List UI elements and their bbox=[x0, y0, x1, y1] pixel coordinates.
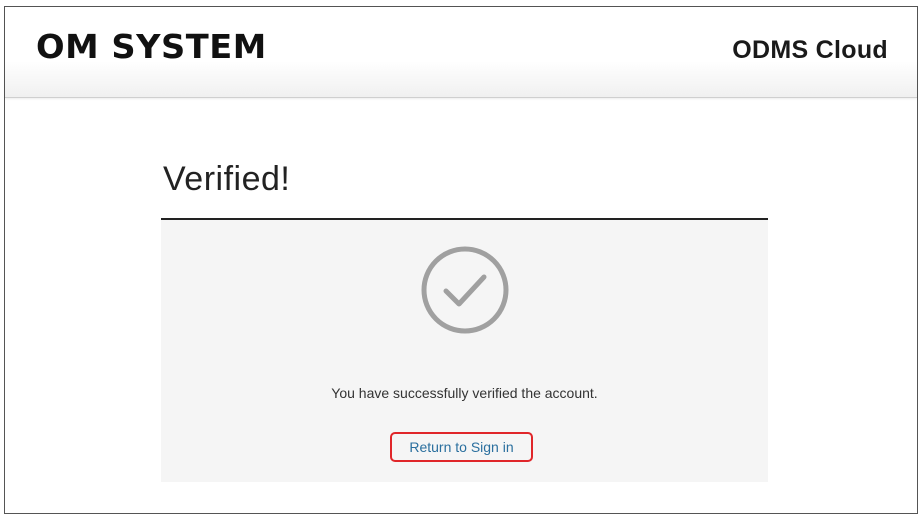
verification-panel: You have successfully verified the accou… bbox=[161, 220, 768, 482]
browser-viewport: OM SYSTEM ODMS Cloud Verified! You have … bbox=[4, 6, 918, 514]
page-header: OM SYSTEM ODMS Cloud bbox=[5, 7, 917, 98]
return-to-sign-in-link[interactable]: Return to Sign in bbox=[409, 439, 513, 455]
check-circle-icon bbox=[421, 246, 509, 334]
return-link-highlight: Return to Sign in bbox=[390, 432, 533, 462]
om-system-logo[interactable]: OM SYSTEM bbox=[36, 27, 267, 67]
success-message: You have successfully verified the accou… bbox=[331, 385, 598, 401]
product-name: ODMS Cloud bbox=[732, 36, 888, 64]
page-title: Verified! bbox=[163, 160, 291, 198]
